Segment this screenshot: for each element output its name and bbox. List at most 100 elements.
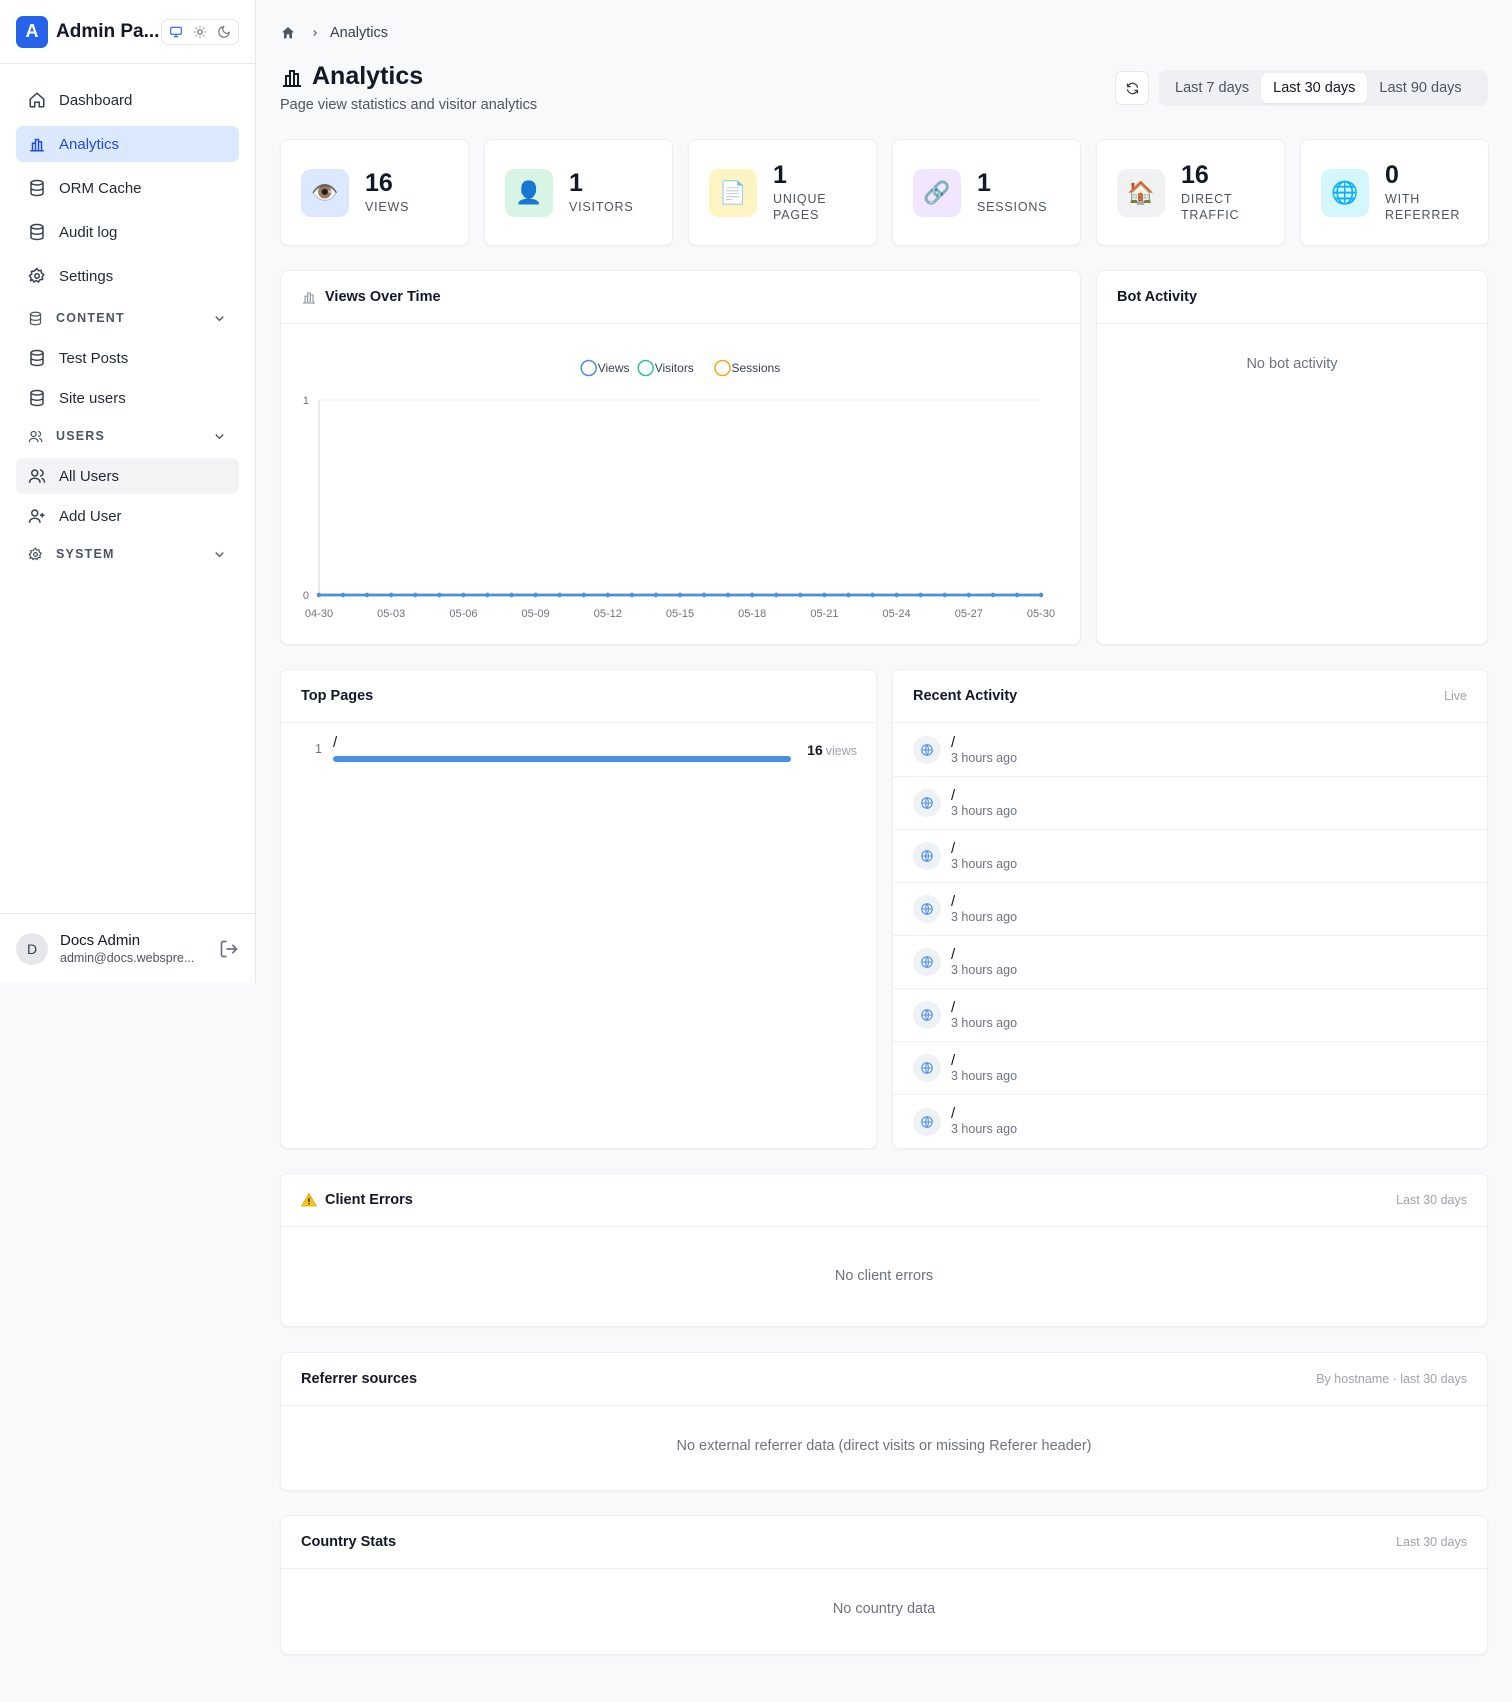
sun-icon[interactable]: [189, 22, 211, 42]
data-point-views: [677, 592, 683, 598]
card-header: Views Over Time: [281, 271, 1080, 324]
card-header: Referrer sources By hostname · last 30 d…: [281, 1353, 1487, 1406]
activity-path: /: [951, 733, 956, 751]
activity-time: 3 hours ago: [951, 1068, 1018, 1083]
tab-last-30-days[interactable]: Last 30 days: [1261, 73, 1368, 103]
top-page-row[interactable]: 1 / 16 views: [301, 734, 857, 766]
card-title: Client Errors: [325, 1192, 413, 1208]
refresh-button[interactable]: [1115, 71, 1149, 105]
breadcrumb: Analytics: [280, 25, 388, 41]
activity-item[interactable]: /3 hours ago: [893, 936, 1487, 989]
activity-item[interactable]: /3 hours ago: [893, 777, 1487, 830]
theme-switcher: [161, 18, 239, 45]
avatar[interactable]: D: [16, 932, 48, 965]
activity-time: 3 hours ago: [951, 1122, 1018, 1136]
sidebar-group-users[interactable]: USERS: [16, 420, 239, 452]
x-tick-label: 05-12: [594, 608, 622, 620]
activity-path: /: [951, 1051, 956, 1069]
page-views-bar: [333, 756, 791, 762]
card-header: Client Errors Last 30 days: [281, 1174, 1487, 1227]
data-point-views: [413, 592, 418, 598]
stat-value: 16: [365, 169, 393, 197]
activity-item[interactable]: /3 hours ago: [893, 883, 1487, 936]
tab-last-7-days[interactable]: Last 7 days: [1163, 73, 1261, 103]
sidebar-item-label: Analytics: [59, 135, 120, 153]
activity-time: 3 hours ago: [951, 909, 1018, 924]
sidebar-item-settings[interactable]: Settings: [16, 258, 239, 294]
breadcrumb-current: Analytics: [330, 25, 389, 41]
globe-icon: [913, 895, 941, 923]
sidebar-item-all-users[interactable]: All Users: [16, 458, 239, 494]
activity-item[interactable]: /3 hours ago: [893, 830, 1487, 883]
chevron-down-icon[interactable]: [212, 547, 227, 562]
moon-icon[interactable]: [213, 22, 235, 42]
legend-label-sessions: Sessions: [732, 361, 781, 375]
empty-state: No client errors: [834, 1268, 934, 1284]
users-icon: [28, 430, 43, 442]
x-tick-label: 05-03: [377, 608, 405, 620]
activity-item[interactable]: /3 hours ago: [893, 1042, 1487, 1095]
card-header: Bot Activity: [1097, 271, 1487, 324]
data-point-views: [1014, 592, 1020, 598]
activity-text: /3 hours ago: [951, 1051, 1018, 1084]
sidebar-item-test-posts[interactable]: Test Posts: [16, 340, 239, 376]
data-point-views: [725, 592, 731, 598]
eye-icon: 👁️: [301, 168, 349, 217]
user-email: admin@docs.webspre...: [60, 951, 195, 965]
page-title: Analytics: [280, 62, 423, 91]
sidebar-item-add-user[interactable]: Add User: [16, 498, 239, 534]
bot-activity-card: Bot Activity No bot activity: [1096, 270, 1488, 645]
legend-swatch-views: [580, 359, 597, 377]
chevron-down-icon[interactable]: [212, 311, 227, 326]
client-errors-card: Client Errors Last 30 days No client err…: [280, 1173, 1488, 1327]
page-path[interactable]: /: [333, 734, 337, 751]
app-logo[interactable]: A: [16, 15, 48, 48]
data-point-views: [750, 592, 755, 598]
monitor-icon[interactable]: [165, 22, 187, 42]
x-tick-label: 05-30: [1027, 608, 1055, 620]
logout-icon[interactable]: [219, 939, 239, 959]
sidebar-item-analytics[interactable]: Analytics: [16, 126, 239, 162]
stat-label: With Referrer: [1385, 192, 1461, 222]
sidebar-item-label: All Users: [59, 467, 120, 485]
legend-label-views: Views: [598, 361, 630, 375]
home-icon[interactable]: [280, 25, 296, 41]
views-over-time-card: Views Over Time 0 1 04-30 05-03 05-06 05-09 05…: [280, 270, 1081, 645]
activity-item[interactable]: /3 hours ago: [893, 1095, 1487, 1148]
activity-item[interactable]: /3 hours ago: [893, 724, 1487, 777]
stat-label: Unique Pages: [773, 192, 827, 222]
data-point-views: [870, 592, 875, 598]
date-range-tabs: Last 7 days Last 30 days Last 90 days: [1159, 70, 1488, 106]
data-point-views: [966, 592, 971, 598]
sidebar-group-content[interactable]: CONTENT: [16, 302, 239, 334]
sidebar-item-orm-cache[interactable]: ORM Cache: [16, 170, 239, 206]
empty-state: No bot activity: [1246, 356, 1338, 372]
sidebar-item-label: Site users: [59, 389, 126, 407]
card-title: Recent Activity: [913, 688, 1018, 704]
page-rank: 1: [315, 742, 322, 756]
card-title: Views Over Time: [325, 289, 441, 305]
group-label: SYSTEM: [56, 547, 115, 561]
sidebar-group-system[interactable]: SYSTEM: [16, 538, 239, 570]
activity-item[interactable]: /3 hours ago: [893, 989, 1487, 1042]
sidebar-item-site-users[interactable]: Site users: [16, 380, 239, 416]
activity-text: /3 hours ago: [951, 786, 1017, 819]
live-badge: Live: [1444, 689, 1467, 703]
activity-time: 3 hours ago: [951, 1015, 1018, 1030]
app-title[interactable]: Admin Pa...: [56, 21, 159, 43]
activity-text: /3 hours ago: [951, 733, 1018, 766]
group-label: CONTENT: [56, 311, 125, 325]
globe-icon: [913, 842, 941, 870]
globe-icon: [913, 1001, 941, 1029]
database-icon: [30, 389, 44, 407]
activity-path: /: [951, 786, 956, 804]
tab-last-90-days[interactable]: Last 90 days: [1367, 73, 1473, 103]
sidebar-item-audit-log[interactable]: Audit log: [16, 214, 239, 250]
activity-list: /3 hours ago/3 hours ago/3 hours ago/3 h…: [893, 724, 1487, 1148]
sidebar-item-dashboard[interactable]: Dashboard: [16, 82, 239, 118]
card-header: Top Pages: [281, 670, 876, 723]
users-icon: [28, 469, 46, 483]
sidebar-item-label: ORM Cache: [59, 179, 142, 197]
activity-time: 3 hours ago: [951, 750, 1018, 765]
chevron-down-icon[interactable]: [212, 429, 227, 444]
